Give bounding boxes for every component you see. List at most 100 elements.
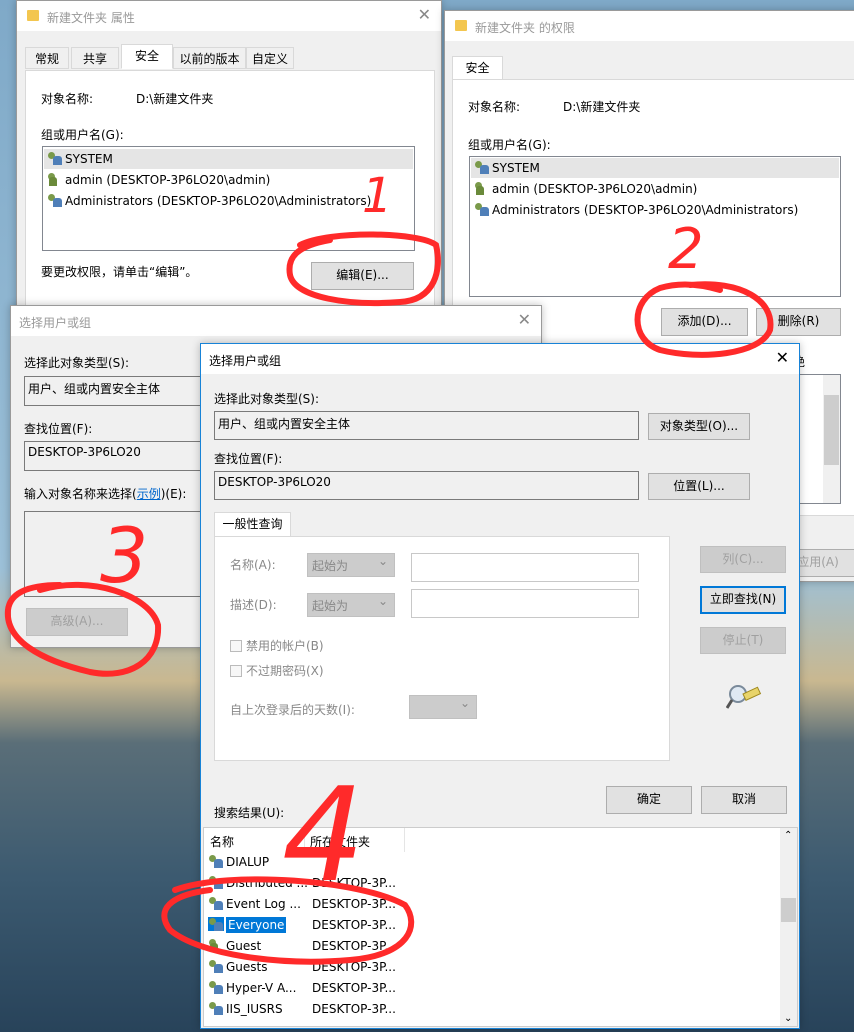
- scroll-down-icon[interactable]: ⌄: [784, 1013, 792, 1024]
- tab-customize[interactable]: 自定义: [246, 47, 294, 69]
- row-name-text: IIS_IUSRS: [226, 1002, 283, 1016]
- window-title: 选择用户或组: [19, 316, 92, 330]
- cancel-button[interactable]: 取消: [701, 786, 787, 814]
- tab-security[interactable]: 安全: [121, 44, 173, 69]
- close-icon[interactable]: ✕: [418, 5, 431, 24]
- name-input[interactable]: [411, 553, 639, 582]
- group-icon: [208, 959, 224, 973]
- object-type-field: 用户、组或内置安全主体: [214, 411, 639, 440]
- results-scrollbar[interactable]: ⌃ ⌄: [780, 828, 797, 1026]
- disabled-accounts-checkbox[interactable]: 禁用的帐户(B): [230, 637, 324, 654]
- object-types-button[interactable]: 对象类型(O)...: [648, 413, 750, 440]
- description-input[interactable]: [411, 589, 639, 618]
- columns-button[interactable]: 列(C)...: [700, 546, 786, 573]
- column-header-folder[interactable]: 所在文件夹: [310, 833, 370, 850]
- group-icon: [47, 151, 63, 165]
- close-icon[interactable]: ✕: [776, 348, 789, 367]
- tab-strip: 常规 共享 安全 以前的版本 自定义: [21, 44, 441, 71]
- advanced-button[interactable]: 高级(A)...: [26, 608, 128, 636]
- table-row[interactable]: DIALUP: [208, 852, 779, 873]
- add-button[interactable]: 添加(D)...: [661, 308, 748, 336]
- list-item[interactable]: Administrators (DESKTOP-3P6LO20\Administ…: [47, 191, 371, 211]
- row-name: Guests: [208, 957, 308, 978]
- row-folder: DESKTOP-3P...: [312, 981, 396, 995]
- results-header: 名称 所在文件夹: [204, 828, 780, 852]
- list-item[interactable]: SYSTEM: [44, 149, 413, 169]
- tab-security[interactable]: 安全: [452, 56, 503, 81]
- scrollbar[interactable]: [823, 375, 840, 503]
- tab-sharing[interactable]: 共享: [71, 47, 119, 69]
- edit-button[interactable]: 编辑(E)...: [311, 262, 414, 290]
- checkbox-label: 禁用的帐户(B): [246, 639, 324, 653]
- user-name: Administrators (DESKTOP-3P6LO20\Administ…: [492, 203, 799, 217]
- window-title: 选择用户或组: [209, 354, 282, 368]
- edit-hint: 要更改权限，请单击“编辑”。: [41, 265, 198, 279]
- row-name: DIALUP: [208, 852, 308, 873]
- user-icon: [208, 938, 224, 952]
- window-title: 新建文件夹 属性: [47, 11, 135, 25]
- row-name-text: Distributed ...: [226, 876, 308, 890]
- column-header-name[interactable]: 名称: [210, 833, 310, 850]
- row-name-text: Guest: [226, 939, 262, 953]
- scroll-thumb[interactable]: [781, 898, 796, 922]
- row-name-text: Hyper-V A...: [226, 981, 297, 995]
- table-row[interactable]: IIS_IUSRS DESKTOP-3P...: [208, 999, 779, 1020]
- checkbox-icon: [230, 640, 242, 652]
- object-name-value: D:\新建文件夹: [136, 92, 214, 106]
- ok-button[interactable]: 确定: [606, 786, 692, 814]
- close-icon[interactable]: ✕: [518, 310, 531, 329]
- user-icon: [47, 172, 63, 186]
- group-icon: [474, 202, 490, 216]
- query-panel: 名称(A): 起始为 描述(D): 起始为 禁用的帐户(B) 不过期密码(X) …: [214, 536, 670, 761]
- object-name-label: 对象名称:: [468, 100, 521, 114]
- folder-icon: [27, 10, 39, 21]
- group-icon: [208, 875, 224, 889]
- tab-common-queries[interactable]: 一般性查询: [214, 512, 291, 537]
- group-icon: [208, 917, 224, 931]
- tab-general[interactable]: 常规: [25, 47, 69, 69]
- group-icon: [47, 193, 63, 207]
- group-label: 组或用户名(G):: [41, 128, 124, 142]
- tab-previous-versions[interactable]: 以前的版本: [173, 47, 246, 69]
- row-folder: DESKTOP-3P...: [312, 960, 396, 974]
- user-name: admin (DESKTOP-3P6LO20\admin): [65, 173, 271, 187]
- enter-names-label: 输入对象名称来选择(示例)(E):: [24, 485, 186, 502]
- non-expiring-checkbox[interactable]: 不过期密码(X): [230, 662, 324, 679]
- row-folder: DESKTOP-3P...: [312, 939, 396, 953]
- folder-icon: [455, 20, 467, 31]
- table-row[interactable]: Distributed ... DESKTOP-3P...: [208, 873, 779, 894]
- table-row[interactable]: Guests DESKTOP-3P...: [208, 957, 779, 978]
- search-results-list[interactable]: 名称 所在文件夹 DIALUP Distributed ... DESKTOP-3P…: [203, 827, 798, 1027]
- user-list[interactable]: SYSTEM admin (DESKTOP-3P6LO20\admin) Adm…: [42, 146, 415, 251]
- list-item[interactable]: admin (DESKTOP-3P6LO20\admin): [47, 170, 270, 190]
- table-row[interactable]: Guest DESKTOP-3P...: [208, 936, 779, 957]
- name-match-select[interactable]: 起始为: [307, 553, 395, 577]
- user-name: SYSTEM: [65, 152, 113, 166]
- table-row[interactable]: Hyper-V A... DESKTOP-3P...: [208, 978, 779, 999]
- locations-button[interactable]: 位置(L)...: [648, 473, 750, 500]
- scroll-up-icon[interactable]: ⌃: [784, 830, 792, 841]
- location-field: DESKTOP-3P6LO20: [214, 471, 639, 500]
- row-name: Distributed ...: [208, 873, 308, 894]
- user-list[interactable]: SYSTEM admin (DESKTOP-3P6LO20\admin) Adm…: [469, 156, 841, 297]
- remove-button[interactable]: 删除(R): [756, 308, 841, 336]
- examples-link[interactable]: 示例: [137, 487, 161, 501]
- description-match-select[interactable]: 起始为: [307, 593, 395, 617]
- days-select[interactable]: [409, 695, 477, 719]
- find-now-button[interactable]: 立即查找(N): [700, 586, 786, 614]
- label-text: 输入对象名称来选择(: [24, 487, 137, 501]
- row-name: Guest: [208, 936, 308, 957]
- user-name: Administrators (DESKTOP-3P6LO20\Administ…: [65, 194, 372, 208]
- list-item[interactable]: admin (DESKTOP-3P6LO20\admin): [474, 179, 697, 199]
- list-item[interactable]: Administrators (DESKTOP-3P6LO20\Administ…: [474, 200, 798, 220]
- list-item[interactable]: SYSTEM: [471, 158, 839, 178]
- description-label: 描述(D):: [230, 598, 277, 612]
- table-row[interactable]: Everyone DESKTOP-3P...: [208, 915, 779, 936]
- row-name-text: Event Log ...: [226, 897, 301, 911]
- stop-button[interactable]: 停止(T): [700, 627, 786, 654]
- search-results-label: 搜索结果(U):: [214, 806, 285, 820]
- table-row[interactable]: Event Log ... DESKTOP-3P...: [208, 894, 779, 915]
- row-name-text: Guests: [226, 960, 268, 974]
- group-icon: [208, 980, 224, 994]
- row-name: Hyper-V A...: [208, 978, 308, 999]
